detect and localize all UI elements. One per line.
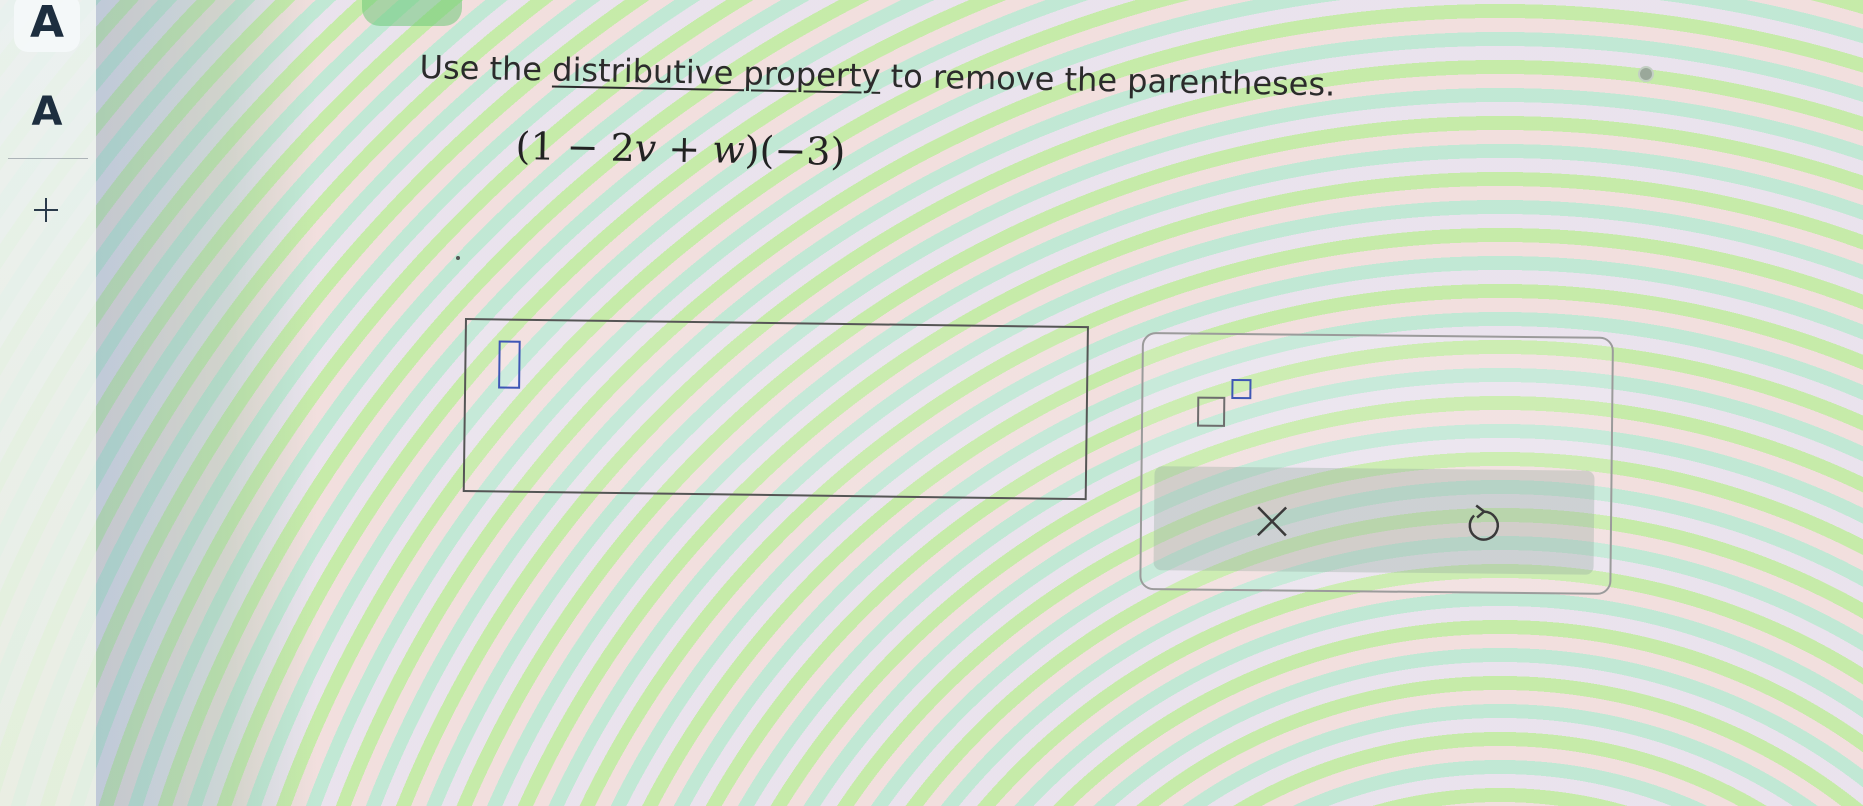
question-prefix: Use the [419,48,553,89]
answer-input[interactable] [462,318,1089,501]
text-size-large-button[interactable]: A [14,0,80,52]
zoom-in-button[interactable] [24,188,68,232]
expression-close: ) [744,127,760,173]
screen-glare [96,0,316,806]
variable-w: w [711,127,746,172]
top-tab[interactable] [362,0,462,26]
plus-icon [34,198,58,222]
math-keypad [1139,332,1614,595]
math-expression: (1 − 2v + w)(−3) [515,124,845,174]
expression-factor: (−3) [759,128,846,174]
question-prompt: Use the distributive property to remove … [419,48,1520,107]
settings-icon[interactable] [1638,66,1654,82]
text-size-small-button[interactable]: A [14,88,80,136]
exponent-power-box [1231,378,1252,400]
input-cursor-placeholder [498,340,521,389]
undo-icon [1468,504,1500,541]
keypad-action-bar [1153,466,1595,575]
decorative-dot [456,256,460,260]
question-suffix: to remove the parentheses. [880,56,1336,104]
toolbar-divider [8,158,88,159]
undo-button[interactable] [1450,491,1515,556]
close-icon [1257,506,1288,537]
clear-button[interactable] [1240,489,1305,554]
expression-plus: + [655,126,713,172]
exponent-template-icon [1194,375,1264,427]
accessibility-toolbar: A A [0,0,96,806]
exponent-button[interactable] [1193,375,1264,434]
variable-v: v [634,126,657,171]
expression-open: (1 − 2 [515,124,636,171]
distributive-property-link[interactable]: distributive property [552,51,881,95]
exponent-base-box [1197,396,1226,427]
